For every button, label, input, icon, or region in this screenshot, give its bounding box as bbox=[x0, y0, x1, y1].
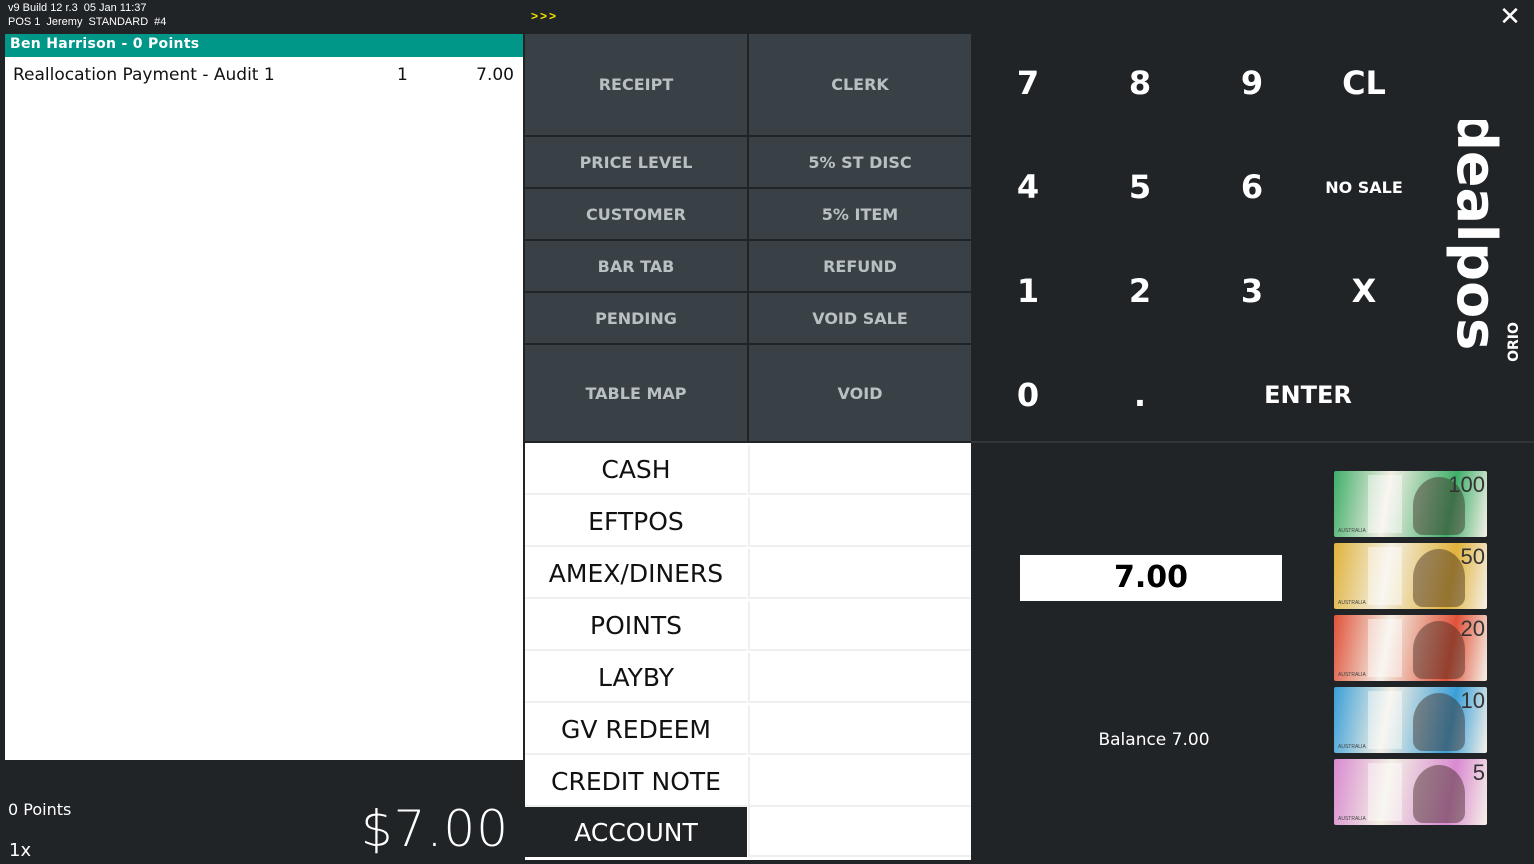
tender-empty-cell bbox=[748, 757, 971, 807]
st-discount-button[interactable]: 5% ST DISC bbox=[749, 137, 971, 187]
refund-button[interactable]: REFUND bbox=[749, 241, 971, 291]
note-denomination: 20 bbox=[1460, 616, 1485, 641]
tender-empty-cell bbox=[748, 601, 971, 651]
banknote-10-button[interactable]: 10 AUSTRALIA bbox=[1334, 687, 1487, 753]
tender-panel: CASH EFTPOS AMEX/DINERS POINTS LAYBY GV … bbox=[525, 443, 971, 860]
note-country: AUSTRALIA bbox=[1338, 528, 1366, 534]
tender-layby[interactable]: LAYBY bbox=[525, 653, 747, 703]
more-functions-arrows[interactable]: >>> bbox=[531, 9, 558, 23]
note-window bbox=[1368, 763, 1402, 821]
sale-number-label: #4 bbox=[154, 16, 167, 28]
tender-credit-note[interactable]: CREDIT NOTE bbox=[525, 757, 747, 807]
pending-button[interactable]: PENDING bbox=[525, 293, 747, 343]
key-9[interactable]: 9 bbox=[1196, 31, 1308, 135]
banknote-20-button[interactable]: 20 AUSTRALIA bbox=[1334, 615, 1487, 681]
pos-screen: v9 Build 12 r.3 05 Jan 11:37 POS 1 Jeremy S… bbox=[0, 0, 1534, 864]
decimal-key[interactable]: . bbox=[1084, 343, 1196, 447]
key-2[interactable]: 2 bbox=[1084, 239, 1196, 343]
tender-eftpos[interactable]: EFTPOS bbox=[525, 497, 747, 547]
note-portrait bbox=[1413, 621, 1465, 679]
status-header: v9 Build 12 r.3 05 Jan 11:37 POS 1 Jeremy S… bbox=[8, 1, 172, 29]
note-country: AUSTRALIA bbox=[1338, 744, 1366, 750]
key-0[interactable]: 0 bbox=[972, 343, 1084, 447]
sale-line-qty: 1 bbox=[397, 65, 408, 85]
logo-tag-text: ORIO bbox=[1506, 322, 1520, 362]
note-denomination: 100 bbox=[1448, 472, 1485, 497]
note-window bbox=[1368, 475, 1402, 533]
idealpos-logo: idealpos ORIO bbox=[1445, 120, 1520, 362]
sale-line[interactable]: Reallocation Payment - Audit 1 1 7.00 bbox=[5, 65, 523, 89]
key-8[interactable]: 8 bbox=[1084, 31, 1196, 135]
close-icon[interactable]: ✕ bbox=[1496, 3, 1524, 31]
customer-bar[interactable]: Ben Harrison - 0 Points bbox=[5, 34, 523, 57]
tender-account[interactable]: ACCOUNT bbox=[525, 807, 747, 857]
section-divider bbox=[971, 441, 1534, 443]
tender-empty-cell bbox=[748, 653, 971, 703]
balance-label: Balance 7.00 bbox=[1098, 730, 1210, 750]
key-1[interactable]: 1 bbox=[972, 239, 1084, 343]
datetime-label: 05 Jan 11:37 bbox=[83, 2, 147, 14]
sale-line-description: Reallocation Payment - Audit 1 bbox=[13, 65, 275, 85]
key-5[interactable]: 5 bbox=[1084, 135, 1196, 239]
price-level-label: STANDARD bbox=[88, 16, 149, 28]
quantity-multiplier: 1x bbox=[9, 840, 32, 861]
sale-line-price: 7.00 bbox=[476, 65, 514, 85]
note-denomination: 10 bbox=[1460, 688, 1485, 713]
key-3[interactable]: 3 bbox=[1196, 239, 1308, 343]
tender-empty-cell bbox=[748, 705, 971, 755]
tender-empty-cell bbox=[748, 497, 971, 547]
amount-field[interactable]: 7.00 bbox=[1020, 555, 1282, 601]
enter-key[interactable]: ENTER bbox=[1196, 343, 1420, 447]
tender-cash[interactable]: CASH bbox=[525, 445, 747, 495]
banknote-5-button[interactable]: 5 AUSTRALIA bbox=[1334, 759, 1487, 825]
clerk-label: Jeremy bbox=[46, 16, 83, 28]
clear-key[interactable]: CL bbox=[1308, 31, 1420, 135]
key-4[interactable]: 4 bbox=[972, 135, 1084, 239]
sale-list: Reallocation Payment - Audit 1 1 7.00 bbox=[5, 57, 523, 760]
tender-empty-cell bbox=[748, 445, 971, 495]
tender-empty-cell bbox=[748, 549, 971, 599]
banknote-100-button[interactable]: 100 AUSTRALIA bbox=[1334, 471, 1487, 537]
banknote-50-button[interactable]: 50 AUSTRALIA bbox=[1334, 543, 1487, 609]
tender-gv-redeem[interactable]: GV REDEEM bbox=[525, 705, 747, 755]
customer-points: 0 Points bbox=[8, 800, 72, 819]
clerk-button[interactable]: CLERK bbox=[749, 34, 971, 135]
note-portrait bbox=[1413, 765, 1465, 823]
note-country: AUSTRALIA bbox=[1338, 816, 1366, 822]
version-label: v9 Build 12 r.3 bbox=[8, 2, 78, 14]
table-map-button[interactable]: TABLE MAP bbox=[525, 345, 747, 441]
note-window bbox=[1368, 547, 1402, 605]
note-denomination: 5 bbox=[1472, 760, 1485, 785]
note-country: AUSTRALIA bbox=[1338, 600, 1366, 606]
void-button[interactable]: VOID bbox=[749, 345, 971, 441]
note-window bbox=[1368, 619, 1402, 677]
note-denomination: 50 bbox=[1460, 544, 1485, 569]
note-portrait bbox=[1413, 549, 1465, 607]
tender-empty-cell bbox=[748, 807, 971, 857]
pos-label: POS 1 bbox=[8, 16, 41, 28]
logo-brand-text: idealpos bbox=[1445, 120, 1508, 350]
no-sale-key[interactable]: NO SALE bbox=[1308, 135, 1420, 239]
key-6[interactable]: 6 bbox=[1196, 135, 1308, 239]
tender-amex-diners[interactable]: AMEX/DINERS bbox=[525, 549, 747, 599]
receipt-button[interactable]: RECEIPT bbox=[525, 34, 747, 135]
customer-button[interactable]: CUSTOMER bbox=[525, 189, 747, 239]
price-level-button[interactable]: PRICE LEVEL bbox=[525, 137, 747, 187]
void-sale-button[interactable]: VOID SALE bbox=[749, 293, 971, 343]
sale-total: $7.00 bbox=[360, 800, 509, 858]
note-window bbox=[1368, 691, 1402, 749]
multiply-key[interactable]: X bbox=[1308, 239, 1420, 343]
item-discount-button[interactable]: 5% ITEM bbox=[749, 189, 971, 239]
bar-tab-button[interactable]: BAR TAB bbox=[525, 241, 747, 291]
tender-points[interactable]: POINTS bbox=[525, 601, 747, 651]
note-portrait bbox=[1413, 693, 1465, 751]
key-7[interactable]: 7 bbox=[972, 31, 1084, 135]
note-country: AUSTRALIA bbox=[1338, 672, 1366, 678]
